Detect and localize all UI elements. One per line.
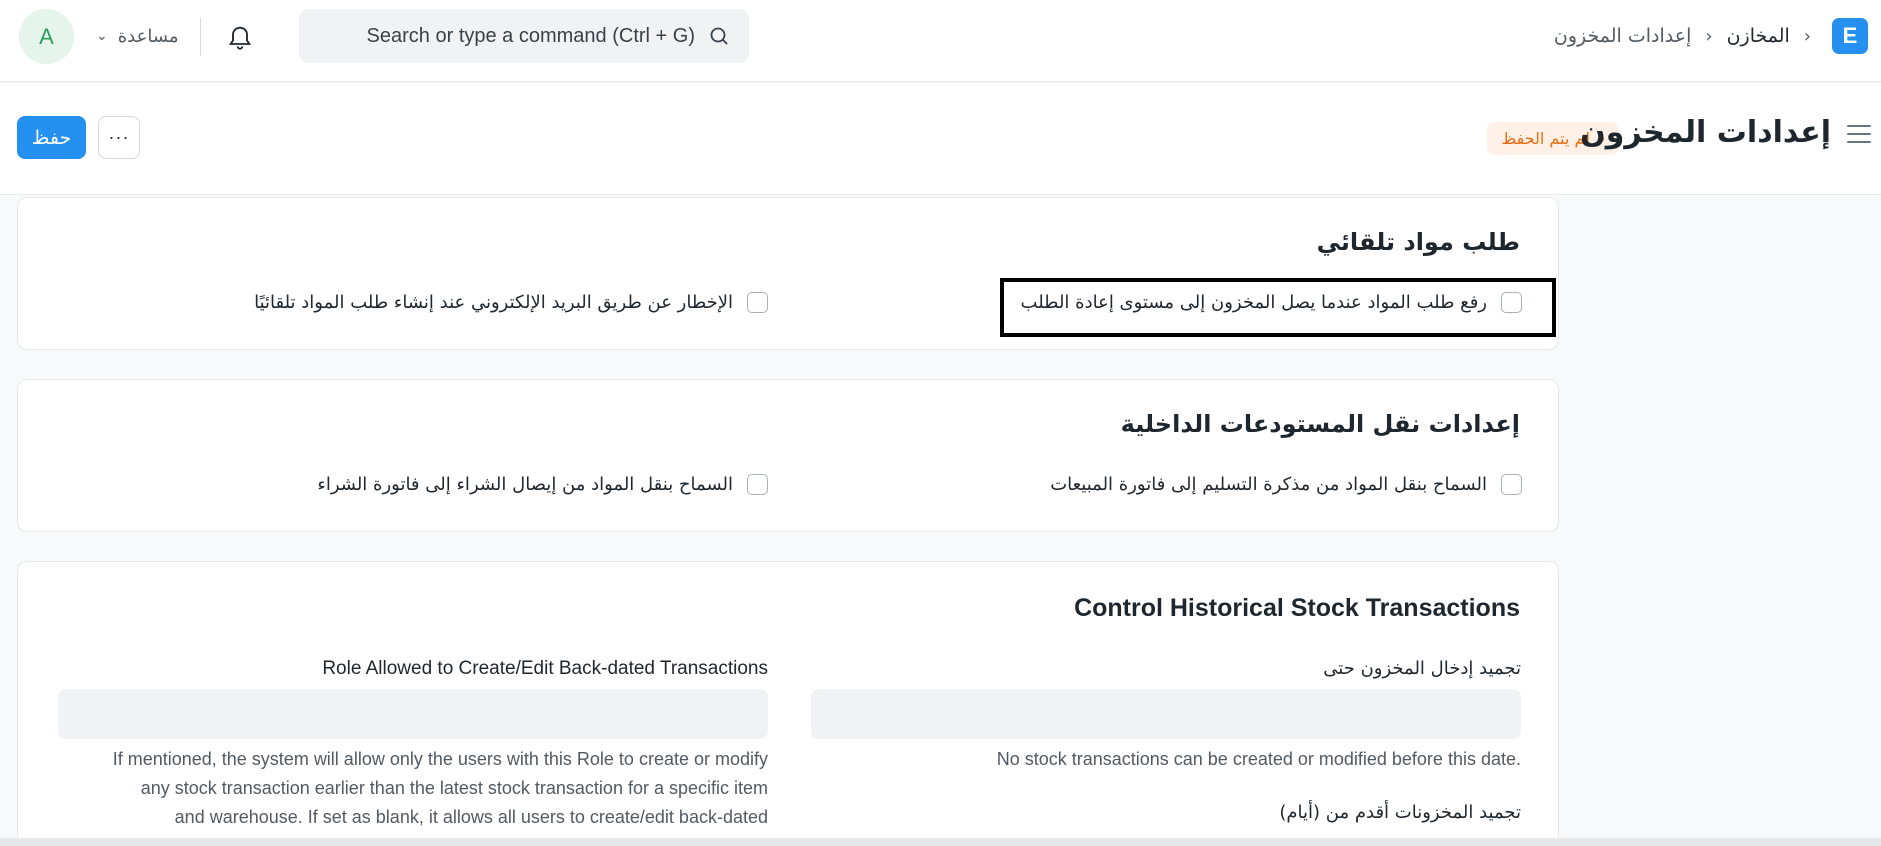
user-avatar[interactable]: A [19,9,74,64]
checkbox-label: السماح بنقل المواد من مذكرة التسليم إلى … [1050,474,1487,495]
breadcrumb-separator: › [1705,25,1713,47]
breadcrumb-separator: › [1803,25,1811,47]
checkbox-label: السماح بنقل المواد من إيصال الشراء إلى ف… [317,474,733,495]
notification-bell-icon[interactable] [226,22,254,52]
checkbox[interactable] [1501,292,1522,313]
historical-transactions-section: Control Historical Stock Transactions تج… [17,561,1559,846]
inter-warehouse-section: إعدادات نقل المستودعات الداخلية السماح ب… [17,379,1559,532]
help-dropdown[interactable]: ⌄ مساعدة [96,22,179,50]
checkbox[interactable] [1501,474,1522,495]
checkbox-reorder-level[interactable]: رفع طلب المواد عندما يصل المخزون إلى مست… [1021,292,1522,313]
navbar-divider [200,18,201,56]
breadcrumb: › المخازن › إعدادات المخزون [1554,20,1811,52]
freeze-stock-description: No stock transactions can be created or … [996,749,1521,769]
save-button[interactable]: حفظ [17,116,86,159]
page-title: إعدادات المخزون [1580,115,1831,150]
role-allowed-input[interactable] [58,689,768,739]
page-head: حفظ ··· لم يتم الحفظ إعدادات المخزون [0,83,1881,195]
navbar: A ⌄ مساعدة › المخازن › إعدادات المخزون E [0,0,1881,82]
auto-material-request-section: طلب مواد تلقائي رفع طلب المواد عندما يصل… [17,197,1559,350]
role-allowed-description: If mentioned, the system will allow only… [112,749,768,827]
chevron-down-icon: ⌄ [96,28,108,44]
freeze-days-label: تجميد المخزونات أقدم من (أيام) [1279,802,1521,823]
checkbox-delivery-note-transfer[interactable]: السماح بنقل المواد من مذكرة التسليم إلى … [1050,474,1522,495]
search-icon [710,27,728,45]
checkbox[interactable] [747,474,768,495]
window-bottom-edge [0,838,1881,846]
breadcrumb-stock[interactable]: المخازن [1727,25,1790,47]
search-input[interactable] [317,24,695,48]
sidebar-toggle-icon[interactable] [1847,125,1871,147]
section-title: إعدادات نقل المستودعات الداخلية [1120,410,1520,438]
checkbox-notify-email[interactable]: الإخطار عن طريق البريد الإلكتروني عند إن… [254,292,768,313]
checkbox-purchase-receipt-transfer[interactable]: السماح بنقل المواد من إيصال الشراء إلى ف… [317,474,768,495]
checkbox-label: الإخطار عن طريق البريد الإلكتروني عند إن… [254,292,733,313]
status-label: لم يتم الحفظ [1501,129,1590,148]
section-title: Control Historical Stock Transactions [1074,594,1520,622]
breadcrumb-stock-settings[interactable]: إعدادات المخزون [1554,25,1691,47]
more-actions-button[interactable]: ··· [98,116,140,159]
help-label: مساعدة [117,25,179,47]
section-title: طلب مواد تلقائي [1316,228,1520,256]
role-allowed-label: Role Allowed to Create/Edit Back-dated T… [322,658,768,679]
freeze-stock-date-input[interactable] [811,689,1521,739]
checkbox[interactable] [747,292,768,313]
checkbox-label: رفع طلب المواد عندما يصل المخزون إلى مست… [1020,292,1487,313]
app-logo[interactable]: E [1832,18,1868,54]
search-bar[interactable] [299,9,749,63]
freeze-stock-label: تجميد إدخال المخزون حتى [1323,658,1521,679]
